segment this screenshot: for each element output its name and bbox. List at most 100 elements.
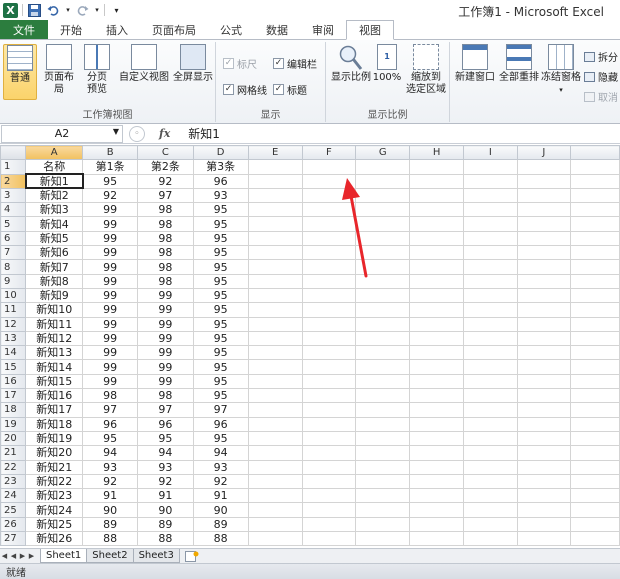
cell[interactable] [570, 430, 620, 447]
cell[interactable] [570, 230, 620, 247]
cell[interactable]: 99 [82, 273, 139, 289]
cell[interactable]: 新知7 [25, 259, 84, 275]
cell[interactable]: 新知1 [24, 173, 84, 190]
cell[interactable] [570, 531, 620, 547]
cell[interactable] [301, 187, 357, 204]
cell[interactable] [516, 245, 572, 261]
cell[interactable] [355, 488, 411, 504]
cell[interactable] [409, 287, 465, 304]
cell[interactable] [409, 316, 465, 332]
cell[interactable]: 第1条 [82, 159, 139, 175]
cell[interactable] [516, 402, 572, 418]
cell[interactable] [516, 488, 572, 504]
cell[interactable] [301, 302, 357, 318]
cell[interactable]: 92 [82, 473, 139, 490]
cell[interactable]: 95 [82, 173, 139, 189]
save-icon[interactable] [27, 3, 42, 18]
cell[interactable] [247, 473, 303, 490]
cell[interactable]: 90 [192, 502, 249, 518]
row-header[interactable]: 22 [0, 459, 27, 475]
cell[interactable] [516, 159, 572, 175]
cell[interactable] [463, 359, 518, 375]
cell[interactable] [409, 488, 465, 504]
tab-file[interactable]: 文件 [0, 20, 48, 39]
cell[interactable] [301, 373, 357, 390]
cell[interactable]: 99 [137, 373, 194, 390]
cell[interactable] [301, 388, 357, 404]
formula-bar-collapse-icon[interactable]: ◦ [129, 125, 145, 142]
cell[interactable] [570, 259, 620, 275]
cell[interactable]: 95 [192, 202, 249, 218]
cell[interactable] [570, 273, 620, 289]
prev-sheet-icon[interactable]: ◀ [9, 550, 18, 562]
cell[interactable]: 96 [137, 416, 194, 432]
cell[interactable] [301, 159, 357, 175]
row-header[interactable]: 6 [0, 230, 27, 247]
cell[interactable] [355, 388, 411, 404]
cell[interactable] [355, 245, 411, 261]
cell[interactable] [355, 416, 411, 432]
cell[interactable] [516, 430, 572, 447]
cell[interactable]: 99 [82, 345, 139, 361]
cell[interactable] [570, 330, 620, 347]
cell[interactable]: 新知3 [25, 202, 84, 218]
cell[interactable] [463, 459, 518, 475]
cell[interactable] [247, 345, 303, 361]
cell[interactable]: 95 [192, 359, 249, 375]
cell[interactable]: 96 [192, 173, 249, 189]
cell[interactable] [355, 445, 411, 461]
cell[interactable] [355, 216, 411, 232]
cell[interactable] [409, 302, 465, 318]
row-header[interactable]: 7 [0, 245, 27, 261]
page-break-preview-button[interactable]: 分页 预览 [80, 44, 114, 100]
cell[interactable] [463, 502, 518, 518]
cell[interactable]: 新知25 [25, 516, 84, 533]
redo-dropdown-icon[interactable]: ▾ [94, 3, 100, 18]
cell[interactable] [409, 259, 465, 275]
cell[interactable] [516, 316, 572, 332]
cell[interactable] [355, 316, 411, 332]
cell[interactable] [516, 230, 572, 247]
cell[interactable] [247, 230, 303, 247]
cell[interactable] [301, 316, 357, 332]
cell[interactable] [355, 345, 411, 361]
cell[interactable] [301, 345, 357, 361]
cell[interactable] [516, 302, 572, 318]
cell[interactable] [301, 445, 357, 461]
cell[interactable]: 98 [137, 273, 194, 289]
cell[interactable]: 99 [137, 316, 194, 332]
excel-logo-icon[interactable]: X [3, 2, 18, 18]
cell[interactable] [247, 330, 303, 347]
cell[interactable] [301, 516, 357, 533]
cell[interactable] [463, 416, 518, 432]
select-all-corner[interactable] [0, 145, 27, 161]
cell[interactable]: 98 [137, 230, 194, 247]
zoom-button[interactable]: 显示比例 [329, 44, 373, 100]
row-header[interactable]: 20 [0, 430, 27, 447]
cell[interactable] [570, 316, 620, 332]
cell[interactable]: 99 [82, 373, 139, 390]
cell[interactable] [247, 202, 303, 218]
cell[interactable]: 99 [137, 302, 194, 318]
zoom-100-button[interactable]: 1 100% [372, 44, 402, 100]
row-header[interactable]: 26 [0, 516, 27, 533]
cell[interactable] [355, 531, 411, 547]
cell[interactable]: 新知18 [25, 416, 84, 432]
cell[interactable]: 99 [137, 287, 194, 304]
cell[interactable] [463, 488, 518, 504]
cell[interactable] [516, 273, 572, 289]
cell[interactable] [409, 245, 465, 261]
cell[interactable] [301, 488, 357, 504]
cell[interactable] [355, 402, 411, 418]
tab-view[interactable]: 视图 [346, 20, 394, 40]
cell[interactable]: 92 [137, 173, 194, 189]
cell[interactable]: 96 [82, 416, 139, 432]
cell[interactable] [409, 359, 465, 375]
cell[interactable] [409, 273, 465, 289]
cell[interactable] [463, 531, 518, 547]
cell[interactable]: 95 [192, 330, 249, 347]
cell[interactable]: 99 [137, 359, 194, 375]
row-header[interactable]: 4 [0, 202, 27, 218]
cell[interactable]: 95 [192, 430, 249, 447]
cell[interactable]: 99 [137, 330, 194, 347]
